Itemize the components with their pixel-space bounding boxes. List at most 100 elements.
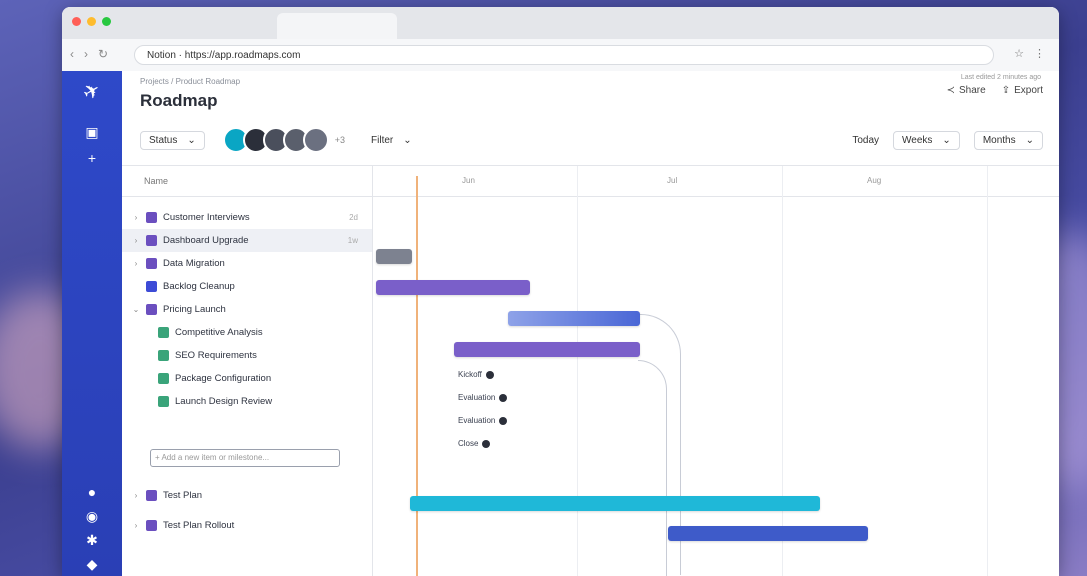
item-type-icon [146, 212, 157, 223]
tree-row[interactable]: › Test Plan [122, 484, 372, 507]
row-badge: 1w [347, 236, 358, 245]
reload-icon[interactable]: ↻ [98, 47, 108, 61]
tree-row[interactable]: Competitive Analysis [122, 321, 372, 344]
item-type-icon [158, 396, 169, 407]
item-type-icon [158, 373, 169, 384]
app-sidebar: ✈ ▣ + ● ◉ ✱ ◆ [62, 71, 122, 576]
timeline-bar-test-plan-rollout[interactable] [668, 526, 868, 541]
today-button[interactable]: Today [852, 135, 879, 146]
avatar[interactable] [302, 127, 329, 153]
share-label: Share [959, 85, 986, 96]
nav-controls: ‹ › ↻ [70, 47, 108, 61]
browser-tab[interactable] [277, 13, 397, 39]
tree-header: Name [122, 166, 372, 197]
milestone-label: Kickoff [458, 370, 482, 379]
export-icon: ⇪ [1001, 85, 1011, 96]
share-icon: ≺ [946, 85, 956, 96]
tree-row[interactable]: › Customer Interviews 2d [122, 206, 372, 229]
item-type-icon [146, 281, 157, 292]
item-type-icon [146, 258, 157, 269]
chevron-icon[interactable]: ⌄ [130, 305, 142, 314]
tree-row-label: Test Plan [163, 490, 203, 501]
tree-row[interactable]: Backlog Cleanup [122, 275, 372, 298]
add-icon[interactable]: + [81, 147, 103, 169]
tree-row-label: Competitive Analysis [175, 327, 263, 338]
notifications-icon[interactable]: ● [81, 481, 103, 503]
tree-row[interactable]: › Data Migration [122, 252, 372, 275]
item-type-icon [146, 235, 157, 246]
milestone[interactable]: Kickoff [458, 370, 494, 379]
main-content: Projects / Product Roadmap Roadmap Last … [122, 71, 1059, 576]
tree-row-label: Data Migration [163, 258, 225, 269]
item-type-icon [158, 327, 169, 338]
filter-label: Filter [371, 134, 394, 146]
milestone-icon [482, 439, 491, 448]
avatar-group[interactable] [222, 127, 329, 153]
milestone[interactable]: Evaluation [458, 393, 508, 402]
filter-button[interactable]: Filter ⌄ [363, 131, 420, 149]
scale-select[interactable]: Months ⌄ [973, 130, 1043, 150]
dependency-line [638, 360, 667, 576]
address-input[interactable]: Notion · https://app.roadmaps.com [134, 45, 994, 65]
minimize-window-button[interactable] [87, 17, 96, 26]
milestone[interactable]: Close [458, 439, 491, 448]
timeline-bar-backlog[interactable] [508, 311, 640, 326]
timeline-bar-test-plan[interactable] [410, 496, 820, 511]
chevron-down-icon: ⌄ [1025, 134, 1034, 146]
help-icon[interactable]: ◉ [81, 505, 103, 527]
item-type-icon [146, 490, 157, 501]
milestone-label: Close [458, 439, 479, 448]
maximize-window-button[interactable] [102, 17, 111, 26]
settings-icon[interactable]: ✱ [81, 529, 103, 551]
zoom-select[interactable]: Weeks ⌄ [893, 130, 960, 150]
chevron-icon[interactable]: › [130, 491, 142, 500]
tree-row-label: Launch Design Review [175, 396, 273, 407]
export-label: Export [1014, 85, 1043, 96]
month-label: Jun [462, 176, 475, 185]
timeline-bar-data-migration[interactable] [376, 280, 530, 295]
tree-row-label: Pricing Launch [163, 304, 226, 315]
item-tree: Name › Customer Interviews 2d › Dashboard Up… [122, 166, 373, 576]
url-bar: ‹ › ↻ Notion · https://app.roadmaps.com … [62, 39, 1059, 72]
tree-row[interactable]: Package Configuration [122, 367, 372, 390]
item-type-icon [158, 350, 169, 361]
export-button[interactable]: ⇪ Export [1002, 85, 1043, 96]
timeline-bar-dashboard[interactable] [376, 249, 412, 264]
chevron-icon[interactable]: › [130, 213, 142, 222]
tree-row-label: Dashboard Upgrade [163, 235, 249, 246]
chevron-icon[interactable]: › [130, 259, 142, 268]
app-logo-icon[interactable]: ✈ [77, 77, 107, 107]
tree-row[interactable]: Launch Design Review [122, 390, 372, 413]
scale-label: Months [982, 134, 1016, 146]
bookmark-icon[interactable]: ☆ [1014, 47, 1024, 60]
menu-icon[interactable]: ⋮ [1034, 47, 1045, 60]
month-label: Aug [867, 176, 882, 185]
zoom-label: Weeks [902, 134, 933, 146]
chevron-down-icon: ⌄ [942, 134, 951, 146]
milestone[interactable]: Evaluation [458, 416, 508, 425]
chevron-icon[interactable]: › [130, 521, 142, 530]
new-item-input[interactable]: + Add a new item or milestone... [150, 448, 340, 467]
tree-row[interactable]: SEO Requirements [122, 344, 372, 367]
group-by-select[interactable]: Status ⌄ [140, 130, 205, 150]
month-divider [987, 166, 988, 576]
tree-row-label: Package Configuration [175, 373, 272, 384]
tree-row[interactable]: ⌄ Pricing Launch [122, 298, 372, 321]
breadcrumb[interactable]: Projects / Product Roadmap [140, 77, 240, 86]
tree-row[interactable]: › Dashboard Upgrade 1w [122, 229, 372, 252]
timeline-bar-pricing-launch[interactable] [454, 342, 640, 357]
milestone-icon [499, 416, 508, 425]
milestone-icon [485, 370, 494, 379]
tree-row[interactable]: › Test Plan Rollout [122, 514, 372, 537]
share-button[interactable]: ≺ Share [947, 85, 986, 96]
board-icon[interactable]: ▣ [81, 121, 103, 143]
browser-window: ‹ › ↻ Notion · https://app.roadmaps.com … [62, 7, 1059, 576]
close-window-button[interactable] [72, 17, 81, 26]
profile-icon[interactable]: ◆ [81, 553, 103, 575]
back-icon[interactable]: ‹ [70, 47, 74, 61]
roadmap-grid: Name › Customer Interviews 2d › Dashboard Up… [122, 165, 1059, 576]
page-title: Roadmap [140, 91, 218, 110]
extra-avatars-count[interactable]: +3 [335, 135, 345, 145]
forward-icon[interactable]: › [84, 47, 88, 61]
chevron-icon[interactable]: › [130, 236, 142, 245]
